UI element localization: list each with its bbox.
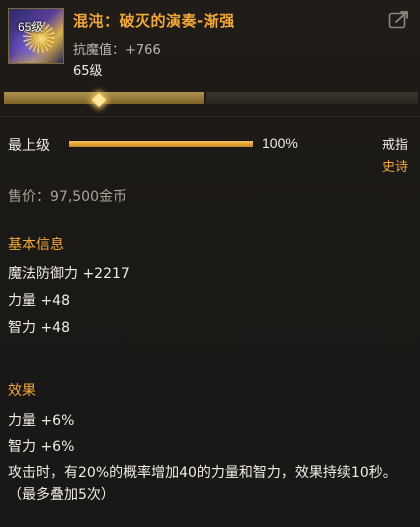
enhance-progress-bar: [68, 140, 254, 148]
rarity-badge: 史诗: [381, 160, 408, 175]
effect-stat: 力量 +6%: [8, 413, 75, 429]
resist-line: 抗魔值：+766: [73, 39, 161, 58]
required-level: 65级: [73, 64, 103, 79]
item-name: 混沌：破灭的演奏-渐强: [73, 12, 235, 30]
tab-right[interactable]: [206, 92, 418, 104]
basic-stat: 力量 +48: [8, 293, 70, 309]
effect-stat: 智力 +6%: [8, 439, 75, 455]
item-icon: 65级: [8, 8, 64, 64]
enhance-label: 最上级: [8, 138, 50, 154]
slot-type: 戒指: [381, 138, 408, 153]
share-icon[interactable]: [388, 10, 410, 30]
divider: [0, 116, 420, 117]
item-tooltip: 65级 混沌：破灭的演奏-渐强 抗魔值：+766 65级 最上级 100% 戒指…: [0, 0, 420, 527]
enhance-progress-fill: [69, 141, 253, 147]
sell-price: 售价：97,500金币: [8, 189, 127, 205]
tooltip-tabs: [0, 92, 420, 108]
basic-info-title: 基本信息: [8, 237, 64, 253]
enhance-percent: 100%: [262, 135, 298, 151]
resist-value: +766: [125, 43, 161, 58]
resist-label: 抗魔值：: [73, 43, 126, 58]
item-header: 65级 混沌：破灭的演奏-渐强 抗魔值：+766 65级: [0, 0, 420, 88]
basic-stat: 智力 +48: [8, 320, 70, 336]
basic-stat: 魔法防御力 +2217: [8, 266, 130, 282]
effect-description: 攻击时，有20%的概率增加40的力量和智力，效果持续10秒。（最多叠加5次）: [8, 465, 397, 503]
item-icon-level: 65级: [18, 20, 44, 34]
effects-title: 效果: [8, 383, 36, 399]
